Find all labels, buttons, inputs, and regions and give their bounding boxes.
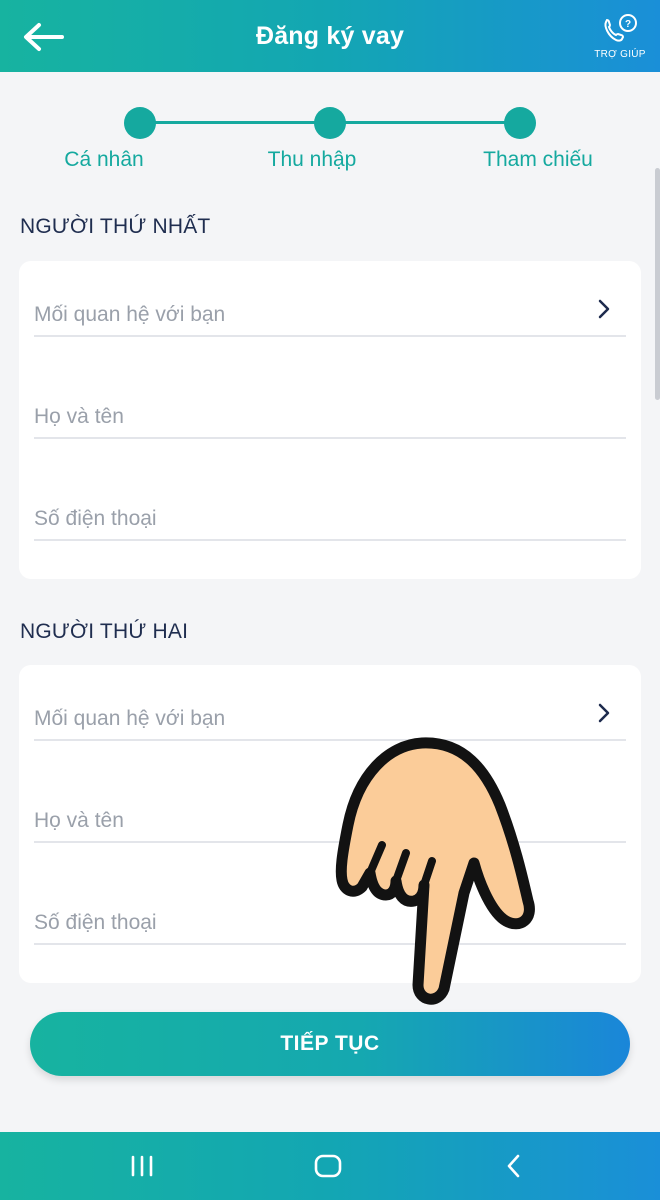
help-label: TRỢ GIÚP <box>594 49 646 60</box>
field-placeholder: Họ và tên <box>34 809 124 832</box>
pointing-hand-icon <box>335 737 535 1005</box>
app-header: Đăng ký vay ? TRỢ GIÚP <box>0 0 660 72</box>
relationship-select[interactable]: Mối quan hệ với bạn <box>34 693 626 741</box>
reference-card-first: Mối quan hệ với bạn Họ và tên Số điện th… <box>19 261 641 579</box>
home-icon <box>314 1154 342 1178</box>
continue-button[interactable]: TIẾP TỤC <box>30 1012 630 1076</box>
recent-apps-icon <box>131 1155 153 1177</box>
progress-stepper: Cá nhân Thu nhập Tham chiếu <box>0 96 660 186</box>
step-label-personal[interactable]: Cá nhân <box>64 148 143 172</box>
field-placeholder: Mối quan hệ với bạn <box>34 707 226 730</box>
system-nav-bar <box>0 1132 660 1200</box>
nav-back-button[interactable] <box>492 1150 536 1182</box>
nav-back-icon <box>507 1154 520 1178</box>
phone-field[interactable]: Số điện thoại <box>34 493 626 541</box>
recent-apps-button[interactable] <box>120 1150 164 1182</box>
page-title: Đăng ký vay <box>255 21 405 50</box>
field-placeholder: Số điện thoại <box>34 507 157 530</box>
step-dot-reference[interactable] <box>504 107 536 139</box>
chevron-right-icon[interactable] <box>594 701 614 725</box>
field-placeholder: Mối quan hệ với bạn <box>34 303 226 326</box>
step-connector <box>140 121 330 124</box>
step-connector <box>330 121 520 124</box>
back-button[interactable] <box>18 16 68 58</box>
arrow-left-icon <box>24 23 64 51</box>
step-dot-income[interactable] <box>314 107 346 139</box>
step-dot-personal[interactable] <box>124 107 156 139</box>
svg-text:?: ? <box>625 19 631 30</box>
step-label-income[interactable]: Thu nhập <box>268 148 357 172</box>
chevron-right-icon[interactable] <box>594 297 614 321</box>
home-button[interactable] <box>306 1150 350 1182</box>
scrollbar[interactable] <box>655 168 660 400</box>
step-label-reference[interactable]: Tham chiếu <box>483 148 593 172</box>
section-title-second-person: NGƯỜI THỨ HAI <box>20 620 189 643</box>
full-name-field[interactable]: Họ và tên <box>34 391 626 439</box>
phone-help-icon: ? <box>604 14 637 42</box>
relationship-select[interactable]: Mối quan hệ với bạn <box>34 289 626 337</box>
field-placeholder: Số điện thoại <box>34 911 157 934</box>
help-button[interactable]: ? TRỢ GIÚP <box>590 12 650 66</box>
continue-button-label: TIẾP TỤC <box>280 1032 380 1055</box>
field-placeholder: Họ và tên <box>34 405 124 428</box>
section-title-first-person: NGƯỜI THỨ NHẤT <box>20 215 211 238</box>
